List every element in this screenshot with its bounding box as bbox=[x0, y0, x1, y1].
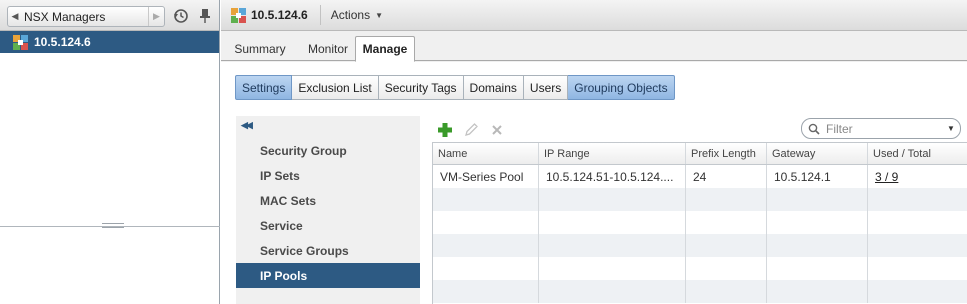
column-header-used-total[interactable]: Used / Total bbox=[868, 143, 967, 164]
filter-placeholder: Filter bbox=[826, 121, 853, 136]
object-tabs: Summary Monitor Manage bbox=[221, 34, 967, 62]
subtab-settings[interactable]: Settings bbox=[235, 75, 293, 100]
navigator-selected-item[interactable]: 10.5.124.6 bbox=[0, 31, 219, 53]
table-row[interactable]: VM-Series Pool 10.5.124.51-10.5.124.... … bbox=[433, 165, 967, 188]
navigator-back-button[interactable]: ◀ NSX Managers ▶ bbox=[7, 6, 165, 27]
grouping-objects-list: ◀◀ Security Group IP Sets MAC Sets Servi… bbox=[236, 116, 420, 304]
edit-icon[interactable] bbox=[463, 122, 479, 138]
manage-content: Settings Exclusion List Security Tags Do… bbox=[221, 62, 967, 304]
subtab-users[interactable]: Users bbox=[523, 75, 569, 100]
cell-prefix-length: 24 bbox=[686, 165, 767, 188]
tab-summary[interactable]: Summary bbox=[230, 37, 290, 61]
list-item-service-groups[interactable]: Service Groups bbox=[236, 238, 420, 263]
object-title: 10.5.124.6 bbox=[251, 8, 308, 22]
empty-row bbox=[433, 234, 967, 257]
splitter-grip-top bbox=[102, 223, 124, 224]
empty-row bbox=[433, 280, 967, 303]
chevron-down-icon: ▼ bbox=[375, 10, 383, 20]
cell-used-total: 3 / 9 bbox=[868, 165, 967, 188]
column-header-prefix-length[interactable]: Prefix Length bbox=[686, 143, 767, 164]
forward-arrow-icon[interactable]: ▶ bbox=[148, 7, 164, 26]
list-item-mac-sets[interactable]: MAC Sets bbox=[236, 188, 420, 213]
subtab-domains[interactable]: Domains bbox=[463, 75, 524, 100]
empty-row bbox=[433, 257, 967, 280]
list-item-ip-pools[interactable]: IP Pools bbox=[236, 263, 420, 288]
chevron-down-icon[interactable]: ▼ bbox=[942, 124, 960, 133]
navigator-panel: ◀ NSX Managers ▶ 10.5.124.6 bbox=[0, 0, 220, 304]
nsx-manager-icon bbox=[231, 7, 246, 23]
grid-header: Name IP Range Prefix Length Gateway Used… bbox=[433, 143, 967, 165]
empty-row bbox=[433, 211, 967, 234]
actions-menu[interactable]: Actions ▼ bbox=[331, 8, 383, 22]
splitter-grip-bottom bbox=[102, 227, 124, 228]
delete-icon[interactable] bbox=[489, 122, 505, 138]
navigator-toolbar: ◀ NSX Managers ▶ bbox=[0, 0, 219, 31]
column-header-ip-range[interactable]: IP Range bbox=[539, 143, 686, 164]
cell-gateway: 10.5.124.1 bbox=[767, 165, 868, 188]
search-icon bbox=[808, 123, 820, 135]
nsx-manager-icon bbox=[13, 34, 28, 50]
subtab-security-tags[interactable]: Security Tags bbox=[378, 75, 464, 100]
subtab-exclusion-list[interactable]: Exclusion List bbox=[292, 75, 379, 100]
cell-name: VM-Series Pool bbox=[433, 165, 539, 188]
list-item-service[interactable]: Service bbox=[236, 213, 420, 238]
actions-label: Actions bbox=[330, 8, 371, 22]
navigator-back-label: NSX Managers bbox=[24, 9, 106, 24]
back-arrow-icon: ◀ bbox=[11, 11, 19, 21]
ip-pools-grid: Name IP Range Prefix Length Gateway Used… bbox=[432, 142, 967, 304]
pin-icon[interactable] bbox=[198, 8, 212, 24]
tab-manage[interactable]: Manage bbox=[355, 36, 415, 62]
collapse-panel-icon[interactable]: ◀◀ bbox=[241, 120, 253, 131]
filter-input[interactable]: Filter ▼ bbox=[801, 118, 961, 139]
subtab-grouping-objects[interactable]: Grouping Objects bbox=[568, 75, 675, 100]
manage-subtabs: Settings Exclusion List Security Tags Do… bbox=[235, 75, 675, 100]
cell-ip-range: 10.5.124.51-10.5.124.... bbox=[539, 165, 686, 188]
tab-monitor[interactable]: Monitor bbox=[301, 37, 355, 61]
history-icon[interactable] bbox=[173, 8, 189, 24]
empty-row bbox=[433, 188, 967, 211]
add-icon[interactable] bbox=[437, 122, 453, 138]
main-panel: 10.5.124.6 Actions ▼ Summary Monitor Man… bbox=[221, 0, 967, 304]
list-item-security-group[interactable]: Security Group bbox=[236, 138, 420, 163]
column-header-gateway[interactable]: Gateway bbox=[767, 143, 868, 164]
used-total-link[interactable]: 3 / 9 bbox=[875, 170, 898, 184]
header-separator bbox=[319, 5, 321, 25]
column-header-name[interactable]: Name bbox=[433, 143, 539, 164]
navigator-selected-label: 10.5.124.6 bbox=[34, 35, 91, 49]
object-header: 10.5.124.6 Actions ▼ bbox=[221, 0, 967, 31]
list-item-ip-sets[interactable]: IP Sets bbox=[236, 163, 420, 188]
